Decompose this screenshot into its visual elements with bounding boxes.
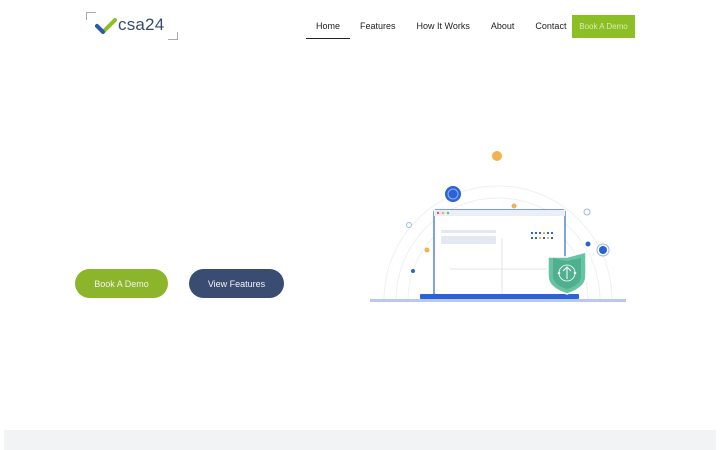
main-nav: Home Features How It Works About Contact [306, 19, 587, 39]
brand-logo[interactable]: csa24 [86, 12, 178, 40]
nav-item-home[interactable]: Home [306, 19, 351, 39]
footer-band [4, 430, 716, 450]
laptop-shield-illustration [370, 151, 626, 302]
brand-name: csa24 [118, 15, 165, 34]
nav-item-contact[interactable]: Contact [535, 19, 566, 39]
nav-item-how-it-works[interactable]: How It Works [417, 19, 470, 39]
view-features-button[interactable]: View Features [189, 269, 284, 298]
logo-bracket [168, 32, 178, 40]
checkmark-icon [95, 18, 117, 34]
book-demo-header-button[interactable]: Book A Demo [572, 15, 635, 38]
nav-item-about[interactable]: About [491, 19, 515, 39]
book-demo-button[interactable]: Book A Demo [75, 269, 168, 298]
nav-item-features[interactable]: Features [360, 19, 396, 39]
site-header: csa24 Home Features How It Works About C… [0, 0, 720, 56]
